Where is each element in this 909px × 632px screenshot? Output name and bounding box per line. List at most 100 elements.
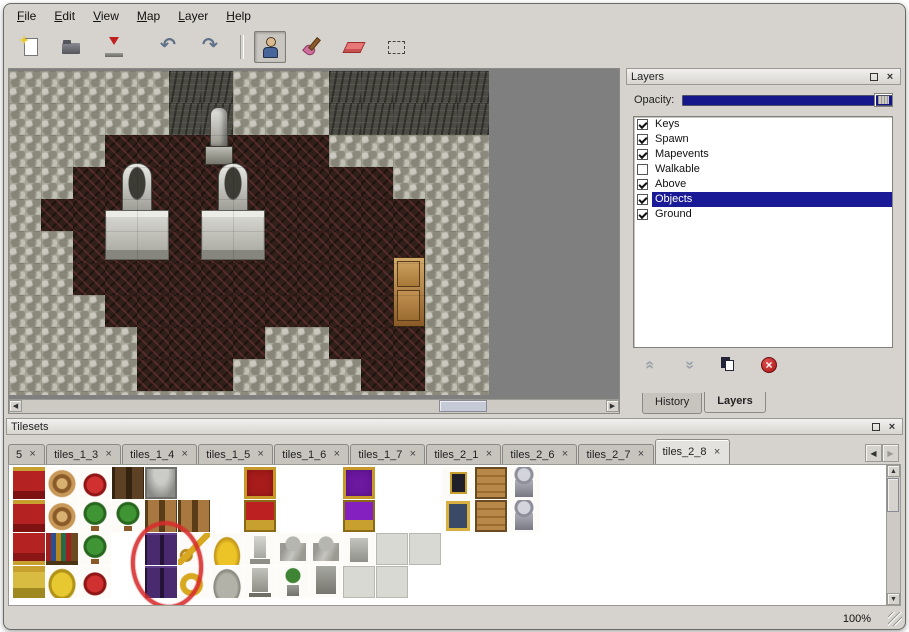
- tileset-tile-gold[interactable]: [211, 533, 243, 565]
- menu-help[interactable]: Help: [217, 6, 260, 26]
- map-tile-floor[interactable]: [73, 199, 105, 231]
- delete-layer-button[interactable]: [754, 353, 784, 377]
- tileset-tile-empty[interactable]: [112, 566, 144, 598]
- map-tile-rock[interactable]: [297, 327, 329, 359]
- tileset-tile-frame[interactable]: [442, 467, 474, 499]
- tileset-tile-bannerY[interactable]: [13, 566, 45, 598]
- layer-visibility-checkbox[interactable]: [637, 119, 648, 130]
- map-tile-floor[interactable]: [137, 263, 169, 295]
- map-tile-rock[interactable]: [41, 391, 73, 395]
- tileset-tile-empty[interactable]: [376, 500, 408, 532]
- map-tile-rock[interactable]: [329, 391, 361, 395]
- tileset-tile-cabB[interactable]: [178, 500, 210, 532]
- map-tile-floor[interactable]: [137, 327, 169, 359]
- map-tile-rock[interactable]: [41, 359, 73, 391]
- map-tile-rock[interactable]: [201, 391, 233, 395]
- lower-layer-button[interactable]: [674, 353, 704, 377]
- raise-layer-button[interactable]: [634, 353, 664, 377]
- tileset-tile-tileL[interactable]: [376, 533, 408, 565]
- tileset-tile-thrR2[interactable]: [244, 500, 276, 532]
- layer-visibility-checkbox[interactable]: [637, 209, 648, 220]
- map-tile-floor[interactable]: [41, 199, 73, 231]
- map-tile-floor[interactable]: [169, 135, 201, 167]
- map-tile-rock[interactable]: [9, 231, 41, 263]
- tileset-tile-empty[interactable]: [178, 467, 210, 499]
- close-tab-icon[interactable]: [560, 450, 569, 459]
- tileset-tile-garg[interactable]: [277, 533, 309, 565]
- map-tile-rock[interactable]: [9, 167, 41, 199]
- map-tile-floor[interactable]: [137, 295, 169, 327]
- map-tile-rock[interactable]: [41, 71, 73, 103]
- map-tile-rock[interactable]: [9, 263, 41, 295]
- tileset-scrollbar-thumb[interactable]: [887, 478, 899, 512]
- map-tile-dark-wall[interactable]: [329, 103, 361, 135]
- map-tile-floor[interactable]: [233, 263, 265, 295]
- float-panel-icon[interactable]: [868, 71, 880, 82]
- map-tile-dark-wall[interactable]: [169, 103, 201, 135]
- map-tile-rock[interactable]: [41, 327, 73, 359]
- map-tile-rock[interactable]: [73, 391, 105, 395]
- map-tile-dark-wall[interactable]: [457, 103, 489, 135]
- close-panel-icon[interactable]: [884, 71, 896, 82]
- map-tile-floor[interactable]: [169, 167, 201, 199]
- map-tile-floor[interactable]: [105, 295, 137, 327]
- map-tile-rock[interactable]: [457, 327, 489, 359]
- tileset-tile-thrP[interactable]: [343, 467, 375, 499]
- scroll-right-icon[interactable]: [606, 400, 619, 412]
- tileset-tile-empty[interactable]: [376, 467, 408, 499]
- tileset-tile-empty[interactable]: [211, 500, 243, 532]
- tileset-tile-armor[interactable]: [508, 500, 540, 532]
- tileset-tile-frameG[interactable]: [442, 500, 474, 532]
- tileset-tile-empty[interactable]: [211, 467, 243, 499]
- map-tile-floor[interactable]: [361, 295, 393, 327]
- tileset-tile-empty[interactable]: [277, 467, 309, 499]
- tileset-tile-plant[interactable]: [79, 533, 111, 565]
- tileset-tile-empty[interactable]: [442, 533, 474, 565]
- tileset-tab-tiles_1_4[interactable]: tiles_1_4: [122, 444, 197, 464]
- open-map-button[interactable]: [56, 31, 88, 63]
- tileset-tile-empty[interactable]: [310, 467, 342, 499]
- map-tile-floor[interactable]: [233, 295, 265, 327]
- map-tile-floor[interactable]: [201, 263, 233, 295]
- map-tile-rock[interactable]: [137, 103, 169, 135]
- map-tile-rock[interactable]: [9, 295, 41, 327]
- duplicate-layer-button[interactable]: [714, 353, 744, 377]
- close-tab-icon[interactable]: [484, 450, 493, 459]
- tileset-tile-potR[interactable]: [79, 467, 111, 499]
- tileset-tile-empty[interactable]: [508, 533, 540, 565]
- tileset-tile-empty[interactable]: [442, 566, 474, 598]
- map-tile-rock[interactable]: [9, 359, 41, 391]
- map-tile-rock[interactable]: [105, 359, 137, 391]
- tileset-tile-tileL[interactable]: [376, 566, 408, 598]
- map-tile-rock[interactable]: [9, 327, 41, 359]
- map-tile-rock[interactable]: [425, 327, 457, 359]
- tileset-tile-empty[interactable]: [409, 467, 441, 499]
- map-tile-rock[interactable]: [425, 295, 457, 327]
- map-tile-floor[interactable]: [265, 167, 297, 199]
- tileset-tile-horn[interactable]: [178, 566, 210, 598]
- map-tile-floor[interactable]: [361, 199, 393, 231]
- map-tile-rock[interactable]: [73, 103, 105, 135]
- map-tile-rock[interactable]: [297, 103, 329, 135]
- map-tile-rock[interactable]: [457, 231, 489, 263]
- tab-scroll-right-icon[interactable]: [882, 444, 899, 462]
- tileset-tile-statue2[interactable]: [244, 566, 276, 598]
- map-tile-rock[interactable]: [73, 359, 105, 391]
- map-tile-floor[interactable]: [265, 231, 297, 263]
- opacity-slider-handle[interactable]: [874, 93, 893, 107]
- map-tile-dark-wall[interactable]: [425, 103, 457, 135]
- map-tile-floor[interactable]: [329, 167, 361, 199]
- map-tile-rock[interactable]: [457, 359, 489, 391]
- map-tile-floor[interactable]: [297, 263, 329, 295]
- tileset-tile-armor[interactable]: [508, 467, 540, 499]
- map-tile-floor[interactable]: [329, 295, 361, 327]
- map-tile-rock[interactable]: [169, 391, 201, 395]
- map-tile-rock[interactable]: [41, 135, 73, 167]
- map-tile-rock[interactable]: [73, 327, 105, 359]
- map-tile-dark-wall[interactable]: [201, 71, 233, 103]
- menu-layer[interactable]: Layer: [169, 6, 217, 26]
- map-tile-floor[interactable]: [73, 231, 105, 263]
- tileset-tab-tiles_2_6[interactable]: tiles_2_6: [502, 444, 577, 464]
- map-tile-floor[interactable]: [361, 263, 393, 295]
- float-panel-icon[interactable]: [870, 421, 882, 432]
